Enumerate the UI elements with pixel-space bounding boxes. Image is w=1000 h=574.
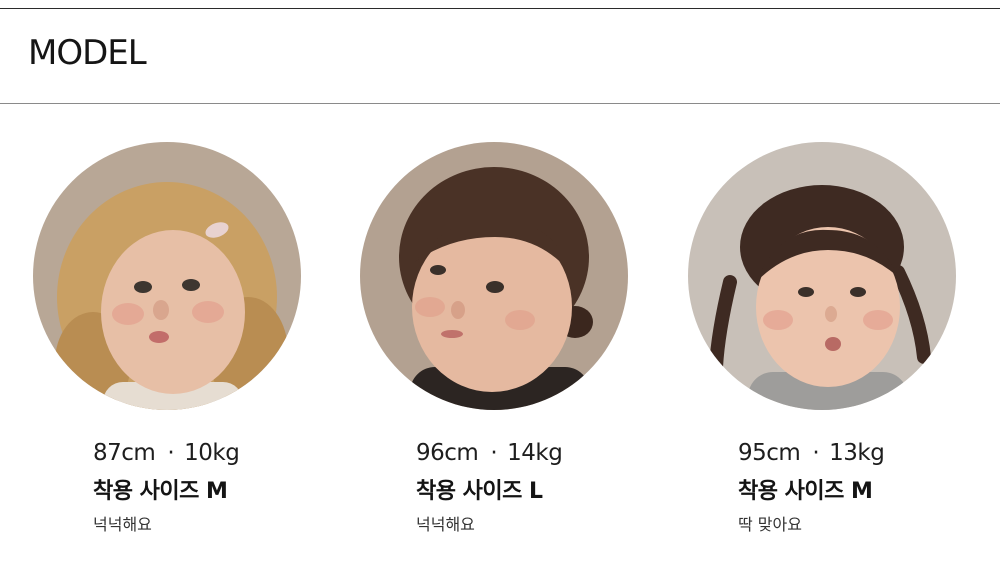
separator-dot: ·: [490, 440, 498, 466]
child-portrait-3: [688, 142, 956, 410]
right-cheek: [863, 310, 893, 330]
height-value: 96cm: [416, 440, 479, 466]
header-divider: [0, 103, 1000, 104]
left-cheek: [112, 303, 144, 325]
fit-note: 넉넉해요: [416, 515, 475, 534]
nose: [825, 306, 837, 322]
model-card-2: 96cm · 14kg 착용 사이즈 L 넉넉해요: [360, 142, 630, 534]
left-cheek: [763, 310, 793, 330]
mouth: [149, 331, 169, 343]
left-eye: [430, 265, 446, 275]
model-photo-1[interactable]: [33, 142, 301, 410]
height-value: 95cm: [738, 440, 801, 466]
model-stats-3: 95cm · 13kg: [738, 438, 885, 468]
page-title: MODEL: [28, 33, 147, 73]
model-stats-1: 87cm · 10kg: [93, 438, 240, 468]
left-eye: [798, 287, 814, 297]
size-label: 착용 사이즈 M: [738, 479, 873, 504]
separator-dot: ·: [812, 440, 820, 466]
top-divider: [0, 8, 1000, 9]
left-eye: [134, 281, 152, 293]
separator-dot: ·: [167, 440, 175, 466]
right-eye: [486, 281, 504, 293]
mouth: [825, 337, 841, 351]
nose: [153, 300, 169, 320]
model-card-3: 95cm · 13kg 착용 사이즈 M 딱 맞아요: [688, 142, 958, 534]
mouth: [441, 330, 463, 338]
weight-value: 10kg: [184, 440, 240, 466]
left-cheek: [415, 297, 445, 317]
child-portrait-2: [360, 142, 628, 410]
right-eye: [182, 279, 200, 291]
right-eye: [850, 287, 866, 297]
model-photo-3[interactable]: [688, 142, 956, 410]
model-stats-2: 96cm · 14kg: [416, 438, 563, 468]
height-value: 87cm: [93, 440, 156, 466]
weight-value: 14kg: [507, 440, 563, 466]
weight-value: 13kg: [829, 440, 885, 466]
fit-note: 딱 맞아요: [738, 515, 802, 534]
model-photo-2[interactable]: [360, 142, 628, 410]
size-label: 착용 사이즈 L: [416, 479, 543, 504]
right-cheek: [192, 301, 224, 323]
child-portrait-1: [33, 142, 301, 410]
right-cheek: [505, 310, 535, 330]
size-label: 착용 사이즈 M: [93, 479, 228, 504]
nose: [451, 301, 465, 319]
model-card-1: 87cm · 10kg 착용 사이즈 M 넉넉해요: [33, 142, 303, 534]
fit-note: 넉넉해요: [93, 515, 152, 534]
